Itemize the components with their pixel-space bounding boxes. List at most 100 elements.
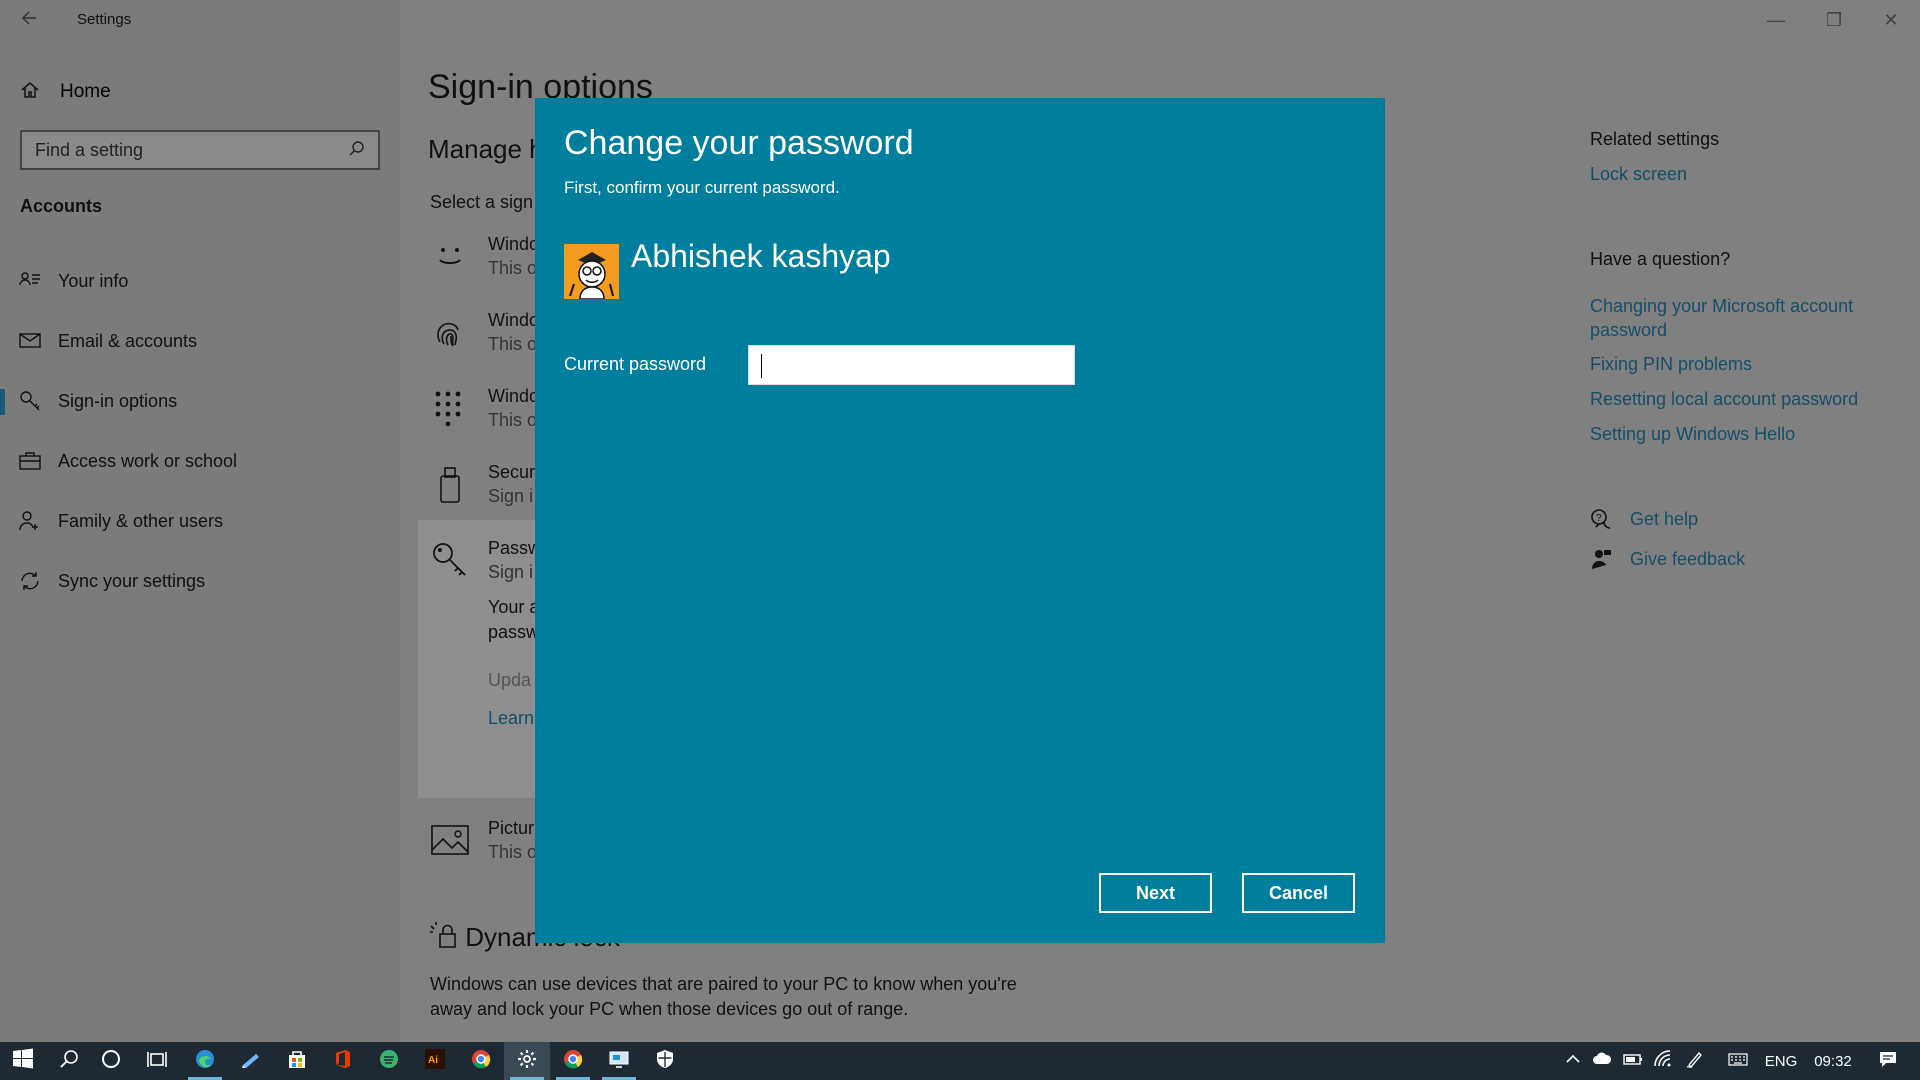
option-title: Windo (488, 310, 540, 330)
illustrator-icon: Ai (424, 1048, 446, 1075)
shield-icon (654, 1048, 676, 1075)
taskbar-office[interactable] (320, 1042, 366, 1080)
sidebar-home[interactable]: Home (20, 78, 111, 106)
help-link-fixing-pin[interactable]: Fixing PIN problems (1590, 354, 1752, 375)
cortana-button[interactable] (88, 1042, 134, 1080)
password-update-button[interactable]: Upda (488, 670, 531, 691)
wifi-icon (1653, 1049, 1673, 1073)
restore-icon[interactable]: ❐ (1811, 6, 1857, 34)
office-icon (332, 1048, 354, 1075)
pen-tray[interactable] (1682, 1042, 1708, 1080)
green-app-icon (378, 1048, 400, 1075)
search-input[interactable] (22, 132, 378, 168)
taskbar-search[interactable] (46, 1042, 92, 1080)
chrome-icon (470, 1048, 492, 1075)
pin-keypad-icon (430, 388, 470, 428)
taskbar-chrome[interactable] (458, 1042, 504, 1080)
security-key-icon (430, 464, 470, 504)
help-link-resetting-password[interactable]: Resetting local account password (1590, 389, 1858, 410)
search-icon (58, 1048, 80, 1075)
onedrive-tray[interactable] (1589, 1042, 1615, 1080)
help-link-windows-hello[interactable]: Setting up Windows Hello (1590, 424, 1795, 445)
action-center-button[interactable] (1868, 1042, 1908, 1080)
help-link-microsoft-account-password[interactable]: Changing your Microsoft account password (1590, 294, 1890, 342)
password-learn-more-link[interactable]: Learn (488, 708, 534, 729)
taskbar-illustrator[interactable]: Ai (412, 1042, 458, 1080)
avatar (564, 244, 619, 299)
home-icon (20, 80, 40, 105)
keyboard-icon (1724, 1049, 1752, 1073)
show-hidden-icons-button[interactable] (1560, 1042, 1586, 1080)
wifi-tray[interactable] (1650, 1042, 1676, 1080)
current-password-label: Current password (564, 354, 707, 374)
chevron-up-icon (1563, 1049, 1583, 1073)
svg-text:?: ? (1596, 513, 1602, 524)
start-button[interactable] (0, 1042, 46, 1080)
current-password-input[interactable] (749, 346, 1074, 384)
next-button[interactable]: Next (1099, 873, 1212, 913)
taskbar-remote-desktop[interactable] (596, 1042, 642, 1080)
clock[interactable]: 09:32 (1808, 1042, 1858, 1080)
password-info-line1: Your a (488, 597, 540, 617)
password-info-line2: passw (488, 622, 540, 642)
sidebar-item-family-users[interactable]: Family & other users (0, 499, 400, 543)
option-subtitle: This o (488, 410, 538, 430)
taskbar-store[interactable] (274, 1042, 320, 1080)
password-key-icon (430, 540, 470, 580)
svg-text:Ai: Ai (428, 1055, 438, 1066)
taskbar-app-green[interactable] (366, 1042, 412, 1080)
sidebar-item-label: Family & other users (58, 510, 224, 531)
remote-desktop-icon (608, 1048, 630, 1075)
cancel-button[interactable]: Cancel (1242, 873, 1355, 913)
option-title: Windo (488, 386, 540, 406)
sidebar-item-your-info[interactable]: Your info (0, 259, 400, 303)
sidebar-item-label: Access work or school (58, 450, 238, 471)
task-view-icon (146, 1048, 168, 1075)
username: Abhishek kashyap (631, 238, 891, 274)
option-title: Secur (488, 462, 536, 482)
settings-sidebar: Settings Home Accounts Your info Email &… (0, 0, 400, 1042)
taskbar-chrome-window[interactable] (550, 1042, 596, 1080)
sidebar-item-access-work[interactable]: Access work or school (0, 439, 400, 483)
task-view-button[interactable] (134, 1042, 180, 1080)
minimize-icon[interactable]: — (1753, 6, 1799, 34)
related-settings-heading: Related settings (1590, 129, 1720, 149)
lock-screen-link[interactable]: Lock screen (1590, 164, 1687, 185)
search-box[interactable] (20, 130, 380, 170)
sidebar-item-sync-settings[interactable]: Sync your settings (0, 559, 400, 603)
taskbar: Ai ENG 09:32 (0, 1042, 1920, 1080)
current-password-field[interactable] (748, 345, 1075, 385)
language-indicator[interactable]: ENG (1762, 1042, 1800, 1080)
option-subtitle: Sign i (488, 486, 534, 506)
taskbar-security[interactable] (642, 1042, 688, 1080)
close-icon[interactable]: ✕ (1868, 6, 1914, 34)
back-arrow-icon[interactable] (20, 8, 40, 32)
edge-icon (194, 1048, 216, 1075)
sidebar-item-label: Sync your settings (58, 570, 206, 591)
touch-keyboard-tray[interactable] (1722, 1042, 1754, 1080)
get-help-label: Get help (1630, 508, 1699, 529)
option-subtitle: Sign i (488, 562, 534, 582)
get-help-link[interactable]: ? Get help (1590, 506, 1698, 532)
battery-tray[interactable] (1620, 1042, 1646, 1080)
sync-icon (18, 569, 42, 593)
person-list-icon (18, 269, 42, 293)
face-icon (430, 236, 470, 276)
give-feedback-link[interactable]: Give feedback (1590, 546, 1745, 572)
taskbar-settings[interactable] (504, 1042, 550, 1080)
search-icon[interactable] (348, 140, 368, 160)
window-title: Settings (77, 11, 132, 28)
sidebar-item-label: Sign-in options (58, 390, 178, 411)
store-icon (286, 1048, 308, 1075)
dynamic-lock-icon (428, 922, 465, 952)
picture-icon (430, 820, 470, 860)
option-subtitle: This o (488, 334, 538, 354)
taskbar-edge[interactable] (182, 1042, 228, 1080)
mail-icon (18, 329, 42, 353)
option-title: Windo (488, 234, 540, 254)
sidebar-item-label: Email & accounts (58, 330, 198, 351)
cloud-icon (1592, 1049, 1612, 1073)
taskbar-app-pen[interactable] (228, 1042, 274, 1080)
sidebar-item-email-accounts[interactable]: Email & accounts (0, 319, 400, 363)
sidebar-item-sign-in-options[interactable]: Sign-in options (0, 379, 400, 423)
